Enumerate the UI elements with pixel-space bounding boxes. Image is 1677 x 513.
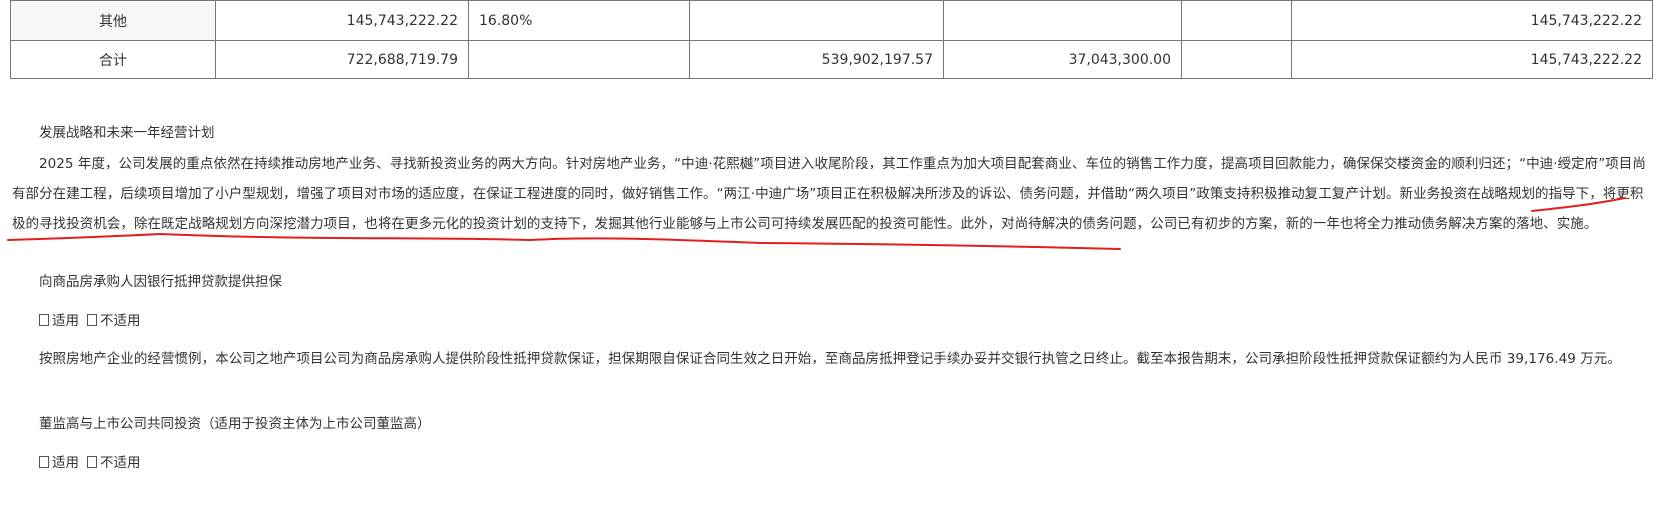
not-applicable-label: 不适用 [100, 313, 141, 329]
cell-value [1181, 40, 1292, 79]
row-name: 合计 [10, 40, 216, 79]
section-heading-coinvest: 董监高与上市公司共同投资（适用于投资主体为上市公司董监高） [39, 416, 431, 432]
cell-value [943, 0, 1182, 41]
checkbox-icon[interactable] [87, 456, 97, 468]
table-row: 合计 722,688,719.79 539,902,197.57 37,043,… [10, 40, 1653, 79]
cell-balance: 145,743,222.22 [1291, 0, 1653, 41]
checkbox-icon[interactable] [39, 456, 49, 468]
cell-percent [468, 40, 690, 79]
cell-amount: 722,688,719.79 [215, 40, 469, 79]
section-heading-mortgage: 向商品房承购人因银行抵押贷款提供担保 [39, 274, 282, 290]
cell-value [689, 0, 944, 41]
cell-value: 37,043,300.00 [943, 40, 1182, 79]
mortgage-paragraph: 按照房地产企业的经营惯例，本公司之地产项目公司为商品房承购人提供阶段性抵押贷款保… [39, 351, 1621, 367]
applicable-label: 适用 [52, 455, 79, 471]
strategy-text-tail: 此外，对尚待解决的债务问题，公司已有初步的方案，新的一年也将全力推动债务解决方案… [960, 216, 1598, 232]
row-name: 其他 [10, 0, 216, 41]
cell-value: 539,902,197.57 [689, 40, 944, 79]
cell-percent: 16.80% [468, 0, 690, 41]
checkbox-icon[interactable] [87, 314, 97, 326]
checkbox-icon[interactable] [39, 314, 49, 326]
cell-amount: 145,743,222.22 [215, 0, 469, 41]
strategy-paragraph: 2025 年度，公司发展的重点依然在持续推动房地产业务、寻找新投资业务的两大方向… [12, 149, 1652, 239]
document-page: 其他 145,743,222.22 16.80% 145,743,222.22 … [0, 0, 1677, 513]
mortgage-applicability: 适用 不适用 [39, 311, 141, 331]
coinvest-applicability: 适用 不适用 [39, 453, 141, 473]
not-applicable-label: 不适用 [100, 455, 141, 471]
financial-table: 其他 145,743,222.22 16.80% 145,743,222.22 … [10, 0, 1653, 79]
applicable-label: 适用 [52, 313, 79, 329]
cell-value [1181, 0, 1292, 41]
section-heading-strategy: 发展战略和未来一年经营计划 [39, 125, 215, 141]
cell-balance: 145,743,222.22 [1291, 40, 1653, 79]
table-row: 其他 145,743,222.22 16.80% 145,743,222.22 [10, 0, 1653, 41]
